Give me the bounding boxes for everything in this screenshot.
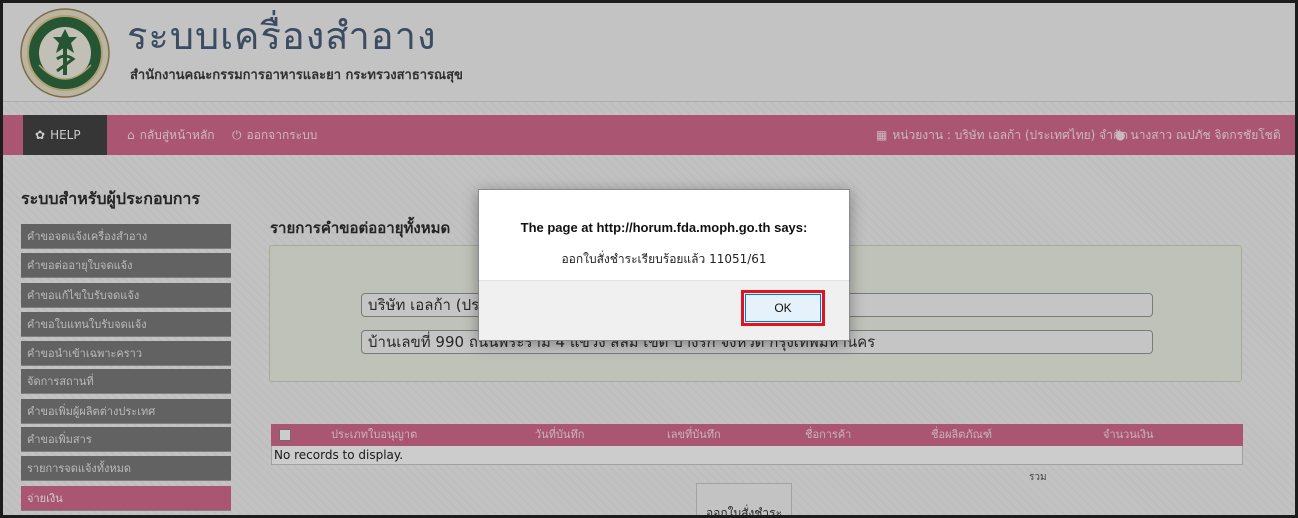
dialog-title: The page at http://horum.fda.moph.go.th … — [520, 220, 808, 235]
dialog-message: ออกใบสั่งชำระเรียบร้อยแล้ว 11051/61 — [561, 252, 767, 266]
alert-dialog: The page at http://horum.fda.moph.go.th … — [478, 189, 850, 341]
ok-button[interactable]: OK — [745, 294, 821, 322]
browser-viewport: ระบบเครื่องสำอาง สำนักงานคณะกรรมการอาหาร… — [3, 3, 1295, 515]
